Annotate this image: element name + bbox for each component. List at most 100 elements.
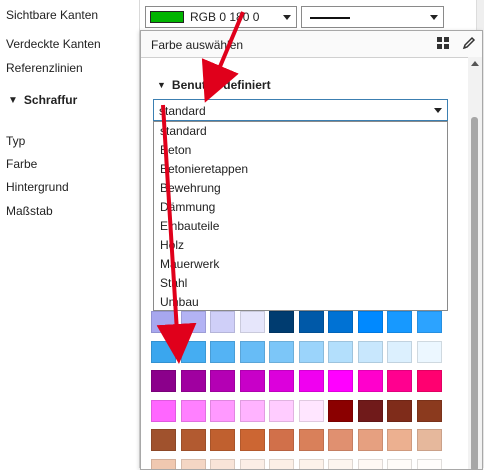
color-swatch-cell[interactable] <box>269 341 294 363</box>
color-swatch-cell[interactable] <box>328 311 353 333</box>
label-hintergrund: Hintergrund <box>6 180 69 194</box>
chevron-down-icon <box>434 108 442 113</box>
color-picker-popup: Farbe auswählen ▼ Benutzerdefiniert stan… <box>140 30 483 470</box>
color-swatch-cell[interactable] <box>210 311 235 333</box>
pencil-icon[interactable] <box>461 35 477 51</box>
color-swatch-cell[interactable] <box>417 429 442 451</box>
color-swatch-cell[interactable] <box>181 429 206 451</box>
color-swatch-cell[interactable] <box>269 429 294 451</box>
color-swatch-cell[interactable] <box>387 370 412 392</box>
popup-title: Farbe auswählen <box>151 38 243 52</box>
color-swatch-cell[interactable] <box>328 429 353 451</box>
color-swatch-cell[interactable] <box>358 400 383 422</box>
color-swatch-cell[interactable] <box>240 311 265 333</box>
color-swatch-cell[interactable] <box>387 429 412 451</box>
category-option[interactable]: Beton <box>154 141 447 160</box>
label-typ: Typ <box>6 134 25 148</box>
color-swatch-cell[interactable] <box>358 459 383 470</box>
color-swatch-cell[interactable] <box>240 400 265 422</box>
color-swatch-cell[interactable] <box>417 311 442 333</box>
category-option[interactable]: Umbau <box>154 293 447 312</box>
category-option[interactable]: Bewehrung <box>154 179 447 198</box>
category-option[interactable]: Holz <box>154 236 447 255</box>
edge-color-dropdown[interactable]: RGB 0 180 0 <box>145 6 297 28</box>
color-swatch-cell[interactable] <box>358 429 383 451</box>
color-swatch-cell[interactable] <box>417 459 442 470</box>
line-style-dropdown[interactable] <box>301 6 444 28</box>
color-swatch-cell[interactable] <box>417 400 442 422</box>
chevron-down-icon <box>283 15 291 20</box>
color-swatch-cell[interactable] <box>210 370 235 392</box>
color-swatch-cell[interactable] <box>299 459 324 470</box>
label-verdeckte-kanten: Verdeckte Kanten <box>6 37 101 51</box>
schraffur-section-header[interactable]: ▼ Schraffur <box>8 93 77 107</box>
category-select-value: standard <box>159 104 206 118</box>
label-sichtbare-kanten: Sichtbare Kanten <box>6 8 98 22</box>
collapse-triangle-icon: ▼ <box>8 95 18 106</box>
scroll-thumb[interactable] <box>471 117 478 470</box>
label-farbe: Farbe <box>6 157 37 171</box>
color-swatch-cell[interactable] <box>151 459 176 470</box>
color-swatch-cell[interactable] <box>210 429 235 451</box>
color-swatch-cell[interactable] <box>181 400 206 422</box>
color-swatch-cell[interactable] <box>299 311 324 333</box>
collapse-triangle-icon: ▼ <box>157 80 166 90</box>
color-swatch-cell[interactable] <box>299 429 324 451</box>
color-swatch-cell[interactable] <box>269 459 294 470</box>
schraffur-title: Schraffur <box>24 93 77 107</box>
color-swatch-cell[interactable] <box>328 341 353 363</box>
color-swatch-cell[interactable] <box>151 341 176 363</box>
category-select[interactable]: standard <box>153 99 448 121</box>
popup-header: Farbe auswählen <box>141 31 482 58</box>
color-swatch-cell[interactable] <box>240 341 265 363</box>
color-swatch-cell[interactable] <box>358 341 383 363</box>
color-swatch-cell[interactable] <box>210 341 235 363</box>
color-swatch-cell[interactable] <box>210 459 235 470</box>
color-swatch-cell[interactable] <box>151 400 176 422</box>
line-style-preview <box>310 17 350 19</box>
grid-view-icon[interactable] <box>437 37 449 49</box>
category-option[interactable]: Einbauteile <box>154 217 447 236</box>
color-swatch-cell[interactable] <box>181 341 206 363</box>
color-swatch-cell[interactable] <box>151 429 176 451</box>
color-swatch-cell[interactable] <box>387 459 412 470</box>
color-swatch-cell[interactable] <box>387 311 412 333</box>
category-list: standard Beton Betonieretappen Bewehrung… <box>153 121 448 311</box>
color-swatch-cell[interactable] <box>387 400 412 422</box>
color-swatch-cell[interactable] <box>151 370 176 392</box>
category-option[interactable]: Stahl <box>154 274 447 293</box>
scroll-up-arrow-icon[interactable] <box>471 61 479 66</box>
color-swatch-cell[interactable] <box>269 311 294 333</box>
color-swatch-cell[interactable] <box>417 341 442 363</box>
color-swatch-cell[interactable] <box>269 400 294 422</box>
color-swatch-cell[interactable] <box>181 311 206 333</box>
color-swatch-cell[interactable] <box>181 459 206 470</box>
color-swatch-cell[interactable] <box>358 311 383 333</box>
label-massstab: Maßstab <box>6 204 53 218</box>
benutzerdefiniert-header[interactable]: ▼ Benutzerdefiniert <box>157 78 271 92</box>
color-swatch-cell[interactable] <box>299 370 324 392</box>
color-swatch-cell[interactable] <box>240 459 265 470</box>
color-swatch-cell[interactable] <box>417 370 442 392</box>
color-swatch-cell[interactable] <box>328 459 353 470</box>
category-option[interactable]: standard <box>154 122 447 141</box>
color-swatch-cell[interactable] <box>151 311 176 333</box>
color-swatch-cell[interactable] <box>299 341 324 363</box>
color-swatch-cell[interactable] <box>269 370 294 392</box>
color-swatch-cell[interactable] <box>328 370 353 392</box>
color-swatch-cell[interactable] <box>299 400 324 422</box>
benutzerdefiniert-title: Benutzerdefiniert <box>172 78 271 92</box>
category-option[interactable]: Dämmung <box>154 198 447 217</box>
color-swatch-cell[interactable] <box>358 370 383 392</box>
category-option[interactable]: Mauerwerk <box>154 255 447 274</box>
color-swatch-cell[interactable] <box>240 429 265 451</box>
color-swatch-cell[interactable] <box>210 400 235 422</box>
color-value: RGB 0 180 0 <box>190 10 259 24</box>
color-swatch-cell[interactable] <box>328 400 353 422</box>
color-swatch-cell[interactable] <box>387 341 412 363</box>
popup-scrollbar[interactable] <box>468 57 482 470</box>
category-option[interactable]: Betonieretappen <box>154 160 447 179</box>
color-swatch-cell[interactable] <box>240 370 265 392</box>
color-swatch-cell[interactable] <box>181 370 206 392</box>
color-swatch <box>150 11 184 23</box>
